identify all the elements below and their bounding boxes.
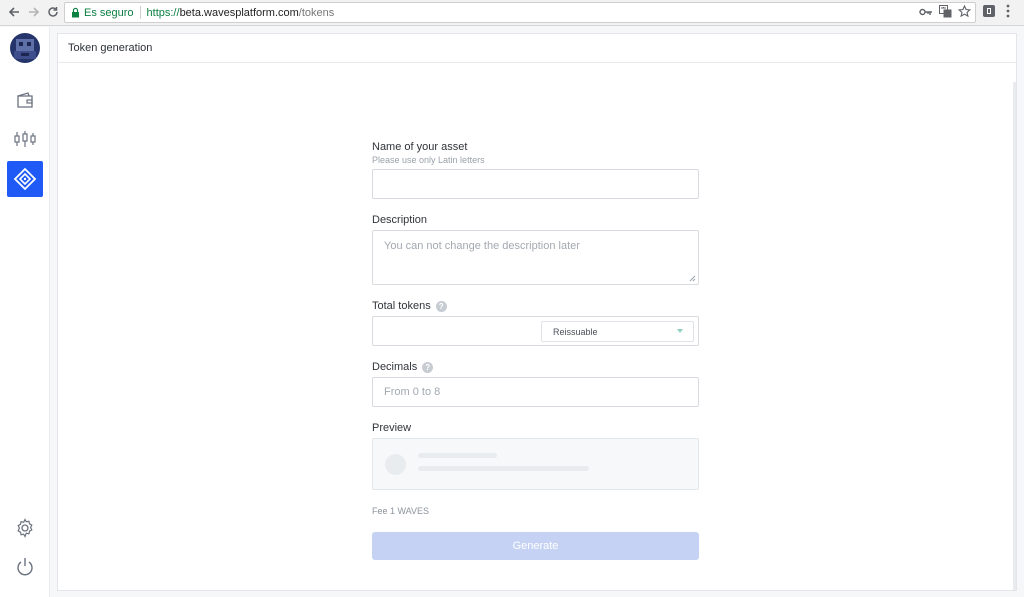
translate-icon[interactable] (939, 5, 952, 21)
sidebar (0, 27, 50, 597)
sidebar-item-tokens[interactable] (7, 161, 43, 197)
decimals-input[interactable]: From 0 to 8 (372, 377, 699, 407)
fee-text: Fee 1 WAVES (372, 506, 430, 516)
preview-avatar-placeholder (385, 454, 406, 475)
chevron-down-icon (677, 329, 683, 333)
help-icon[interactable]: ? (435, 300, 447, 312)
preview-title-placeholder (418, 453, 497, 458)
asset-name-input[interactable] (372, 169, 699, 199)
preview-subtitle-placeholder (418, 466, 589, 471)
url-host: beta.wavesplatform.com (179, 6, 299, 19)
candlestick-chart-icon (14, 131, 36, 147)
reload-icon (48, 7, 58, 17)
sidebar-item-wallet[interactable] (7, 82, 43, 118)
reissuable-selected-label: Reissuable (553, 326, 598, 337)
token-form: Name of your asset Please use only Latin… (372, 141, 699, 560)
sidebar-item-dex[interactable] (7, 121, 43, 157)
arrow-left-icon (8, 7, 19, 17)
total-tokens-row: Total tokens ? (372, 300, 699, 312)
preview-label: Preview (372, 422, 412, 434)
description-textarea[interactable]: You can not change the description later (372, 230, 699, 285)
address-bar[interactable]: Es seguro https://beta.wavesplatform.com… (64, 2, 976, 23)
resize-handle-icon (689, 275, 696, 282)
name-hint: Please use only Latin letters (372, 155, 485, 165)
decimals-row: Decimals ? (372, 361, 699, 373)
token-preview (372, 438, 699, 490)
panel-header: Token generation (58, 34, 1016, 63)
wallet-icon (17, 92, 33, 108)
reload-button[interactable] (45, 4, 61, 20)
sidebar-item-logout[interactable] (7, 549, 43, 585)
total-tokens-label: Total tokens (372, 300, 431, 312)
key-icon[interactable] (919, 7, 933, 20)
browser-toolbar: Es seguro https://beta.wavesplatform.com… (0, 0, 1024, 26)
name-label: Name of your asset (372, 141, 468, 153)
sidebar-item-settings[interactable] (7, 510, 43, 546)
generate-button[interactable]: Generate (372, 532, 699, 560)
address-divider (139, 6, 141, 19)
total-tokens-input[interactable]: Reissuable (372, 316, 699, 346)
decimals-placeholder: From 0 to 8 (384, 386, 441, 398)
forward-button[interactable] (26, 4, 42, 20)
gear-icon (17, 518, 33, 538)
arrow-right-icon (29, 7, 40, 17)
extension-icon[interactable] (982, 4, 996, 23)
url-protocol: https:// (146, 6, 180, 19)
url-path: /tokens (298, 6, 335, 19)
scrollbar[interactable] (1013, 82, 1016, 590)
bookmark-star-icon[interactable] (957, 4, 972, 21)
decimals-label: Decimals (372, 361, 418, 373)
description-label: Description (372, 214, 428, 226)
avatar-image (10, 33, 40, 63)
main-panel: Token generation Name of your asset Plea… (57, 33, 1017, 591)
avatar[interactable] (10, 33, 40, 63)
lock-icon (71, 7, 80, 18)
token-diamond-icon (13, 167, 37, 191)
description-placeholder: You can not change the description later (384, 240, 580, 252)
power-icon (17, 558, 33, 576)
menu-kebab-icon[interactable] (1006, 4, 1010, 23)
help-icon[interactable]: ? (422, 361, 434, 373)
page-title: Token generation (68, 42, 153, 54)
reissuable-select[interactable]: Reissuable (541, 321, 694, 342)
back-button[interactable] (6, 4, 22, 20)
secure-label: Es seguro (84, 6, 134, 19)
